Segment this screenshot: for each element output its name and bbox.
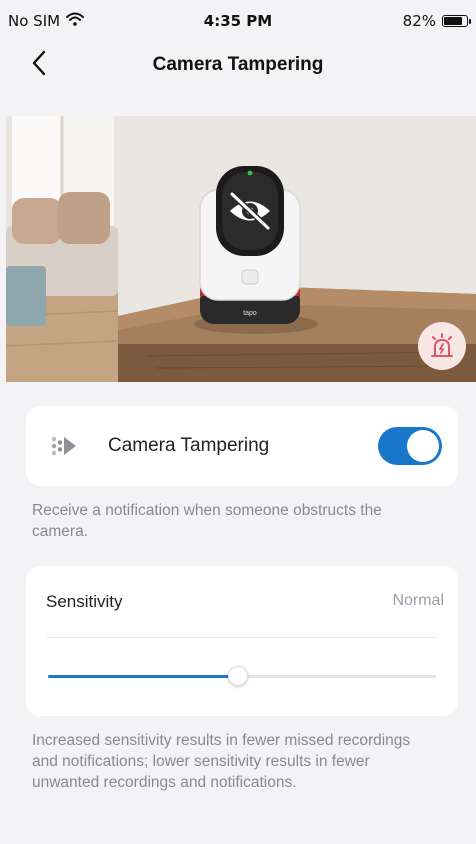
slider-fill <box>48 675 239 678</box>
sensitivity-description: Increased sensitivity results in fewer m… <box>32 732 411 791</box>
status-bar: No SIM 4:35 PM 82% <box>0 0 476 40</box>
hero-illustration: tapo <box>6 116 476 382</box>
camera-tampering-card: Camera Tampering <box>26 406 458 486</box>
page-title: Camera Tampering <box>152 54 324 75</box>
nav-bar: Camera Tampering <box>0 40 476 90</box>
tampering-icon <box>48 432 82 465</box>
toggle-knob <box>407 430 439 462</box>
alarm-siren-icon <box>431 333 453 357</box>
alarm-button[interactable] <box>418 322 466 370</box>
tampering-description: Receive a notification when someone obst… <box>32 502 382 540</box>
camera-tampering-label: Camera Tampering <box>108 435 270 456</box>
sensitivity-label: Sensitivity <box>46 592 123 611</box>
camera-brand-text: tapo <box>243 310 257 317</box>
battery-percent: 82% <box>402 12 436 30</box>
sensitivity-slider[interactable] <box>48 666 436 686</box>
battery-icon <box>442 15 471 27</box>
battery-fill <box>444 17 462 25</box>
divider <box>46 637 438 638</box>
slider-thumb[interactable] <box>228 666 249 686</box>
camera-scene-image: tapo <box>6 116 476 382</box>
camera-tampering-toggle[interactable] <box>378 427 442 465</box>
sensitivity-value: Normal <box>392 592 444 609</box>
status-right: 82% <box>402 12 471 30</box>
sensitivity-card: Sensitivity Normal <box>26 566 458 716</box>
